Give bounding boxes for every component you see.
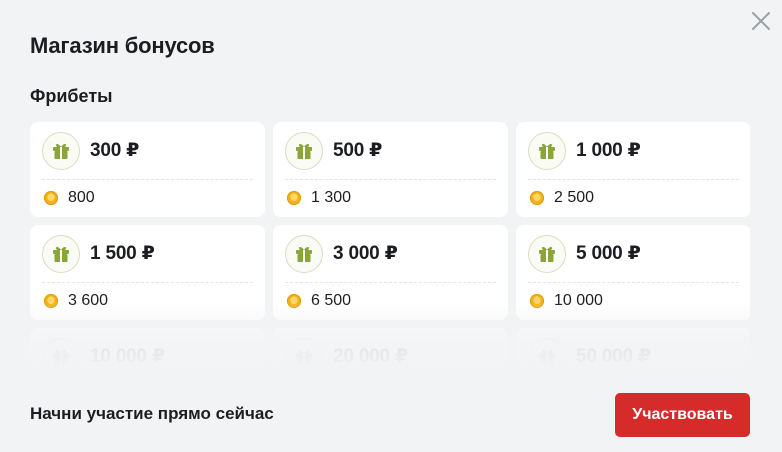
freebet-price: 800 xyxy=(68,189,95,206)
freebet-card[interactable]: 500 ₽ 1 300 xyxy=(273,122,508,217)
freebet-card[interactable]: 5 000 ₽ 10 000 xyxy=(516,225,750,320)
bonus-shop-modal: Магазин бонусов Фрибеты 300 ₽ 800 500 ₽ 1 3… xyxy=(0,0,782,452)
gift-icon xyxy=(528,234,566,273)
freebet-card-price-row: 2 500 xyxy=(528,180,739,216)
gift-icon xyxy=(285,337,323,372)
gift-icon xyxy=(285,234,323,273)
freebet-card-price-row: 10 000 xyxy=(528,283,739,319)
freebet-card-header: 20 000 ₽ xyxy=(285,328,496,372)
modal-title: Магазин бонусов xyxy=(30,33,215,58)
freebet-card-header: 3 000 ₽ xyxy=(285,225,496,283)
freebet-amount: 1 500 ₽ xyxy=(90,243,155,264)
footer-text: Начни участие прямо сейчас xyxy=(30,404,274,423)
gift-icon xyxy=(42,131,80,170)
close-button[interactable] xyxy=(748,8,774,34)
freebet-price: 6 500 xyxy=(311,292,352,309)
freebet-price: 1 300 xyxy=(311,189,352,206)
freebet-card-header: 300 ₽ xyxy=(42,122,253,180)
coin-icon xyxy=(287,191,301,205)
freebets-grid-viewport[interactable]: 300 ₽ 800 500 ₽ 1 300 1 000 ₽ 2 500 1 500 ₽ 3 6… xyxy=(30,122,750,372)
freebet-amount: 500 ₽ xyxy=(333,140,383,161)
freebet-card-price-row: 800 xyxy=(42,180,253,216)
freebet-amount: 3 000 ₽ xyxy=(333,243,398,264)
coin-icon xyxy=(44,294,58,308)
freebet-card[interactable]: 300 ₽ 800 xyxy=(30,122,265,217)
freebet-amount: 20 000 ₽ xyxy=(333,346,409,367)
freebet-card[interactable]: 1 000 ₽ 2 500 xyxy=(516,122,750,217)
coin-icon xyxy=(530,191,544,205)
freebet-card[interactable]: 3 000 ₽ 6 500 xyxy=(273,225,508,320)
coin-icon xyxy=(287,294,301,308)
section-title-freebets: Фрибеты xyxy=(30,86,113,106)
coin-icon xyxy=(44,191,58,205)
freebet-amount: 10 000 ₽ xyxy=(90,346,166,367)
gift-icon xyxy=(42,337,80,372)
freebet-amount: 300 ₽ xyxy=(90,140,140,161)
freebet-card-price-row: 1 300 xyxy=(285,180,496,216)
gift-icon xyxy=(42,234,80,273)
freebet-card-price-row: 6 500 xyxy=(285,283,496,319)
freebet-card[interactable]: 10 000 ₽ xyxy=(30,328,265,372)
freebet-price: 2 500 xyxy=(554,189,595,206)
gift-icon xyxy=(285,131,323,170)
freebet-price: 3 600 xyxy=(68,292,109,309)
gift-icon xyxy=(528,337,566,372)
freebet-card[interactable]: 50 000 ₽ xyxy=(516,328,750,372)
freebet-card[interactable]: 20 000 ₽ xyxy=(273,328,508,372)
freebet-amount: 50 000 ₽ xyxy=(576,346,652,367)
freebet-card[interactable]: 1 500 ₽ 3 600 xyxy=(30,225,265,320)
freebet-card-header: 5 000 ₽ xyxy=(528,225,739,283)
freebet-card-header: 500 ₽ xyxy=(285,122,496,180)
freebet-card-header: 1 500 ₽ xyxy=(42,225,253,283)
gift-icon xyxy=(528,131,566,170)
freebet-card-header: 50 000 ₽ xyxy=(528,328,739,372)
freebet-amount: 5 000 ₽ xyxy=(576,243,641,264)
freebet-card-price-row: 3 600 xyxy=(42,283,253,319)
freebet-card-header: 1 000 ₽ xyxy=(528,122,739,180)
participate-button[interactable]: Участвовать xyxy=(615,393,750,437)
close-icon xyxy=(752,12,770,30)
coin-icon xyxy=(530,294,544,308)
freebet-card-header: 10 000 ₽ xyxy=(42,328,253,372)
freebets-grid: 300 ₽ 800 500 ₽ 1 300 1 000 ₽ 2 500 1 500 ₽ 3 6… xyxy=(30,122,750,372)
freebet-price: 10 000 xyxy=(554,292,603,309)
freebet-amount: 1 000 ₽ xyxy=(576,140,641,161)
